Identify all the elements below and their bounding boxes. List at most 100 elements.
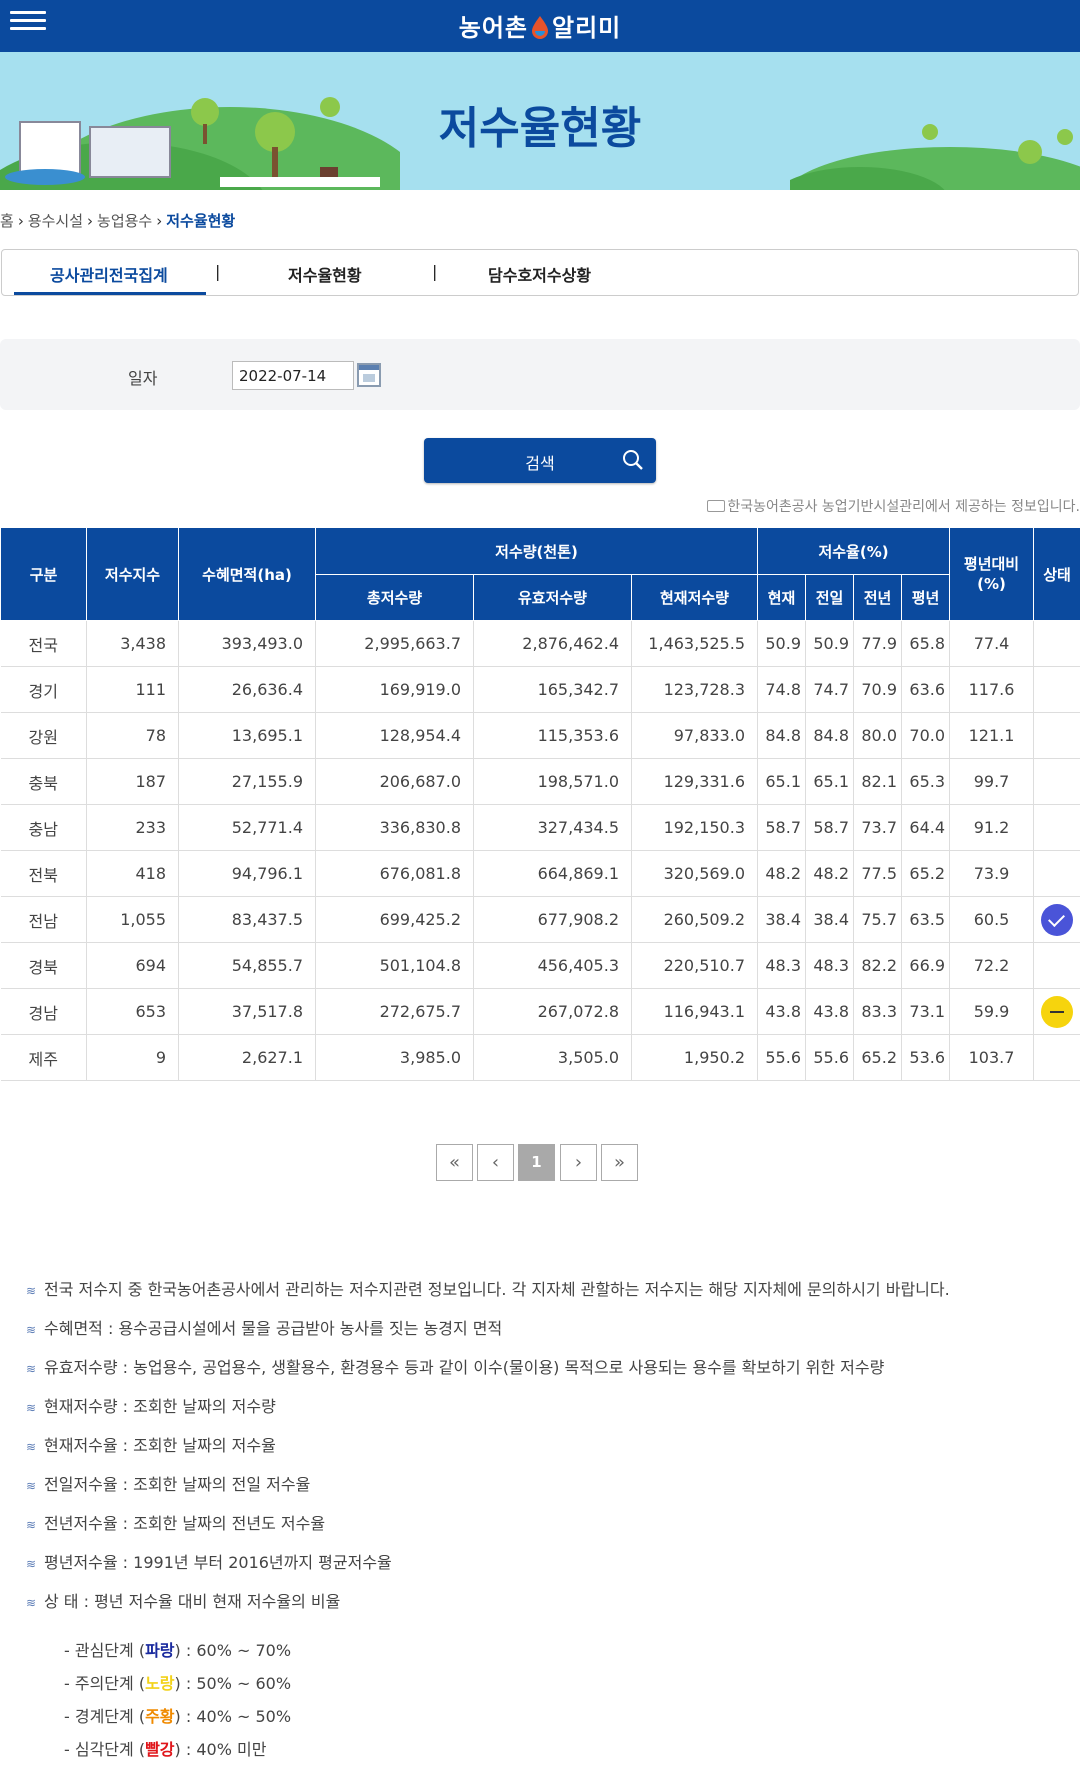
note-text: 현재저수량 : 조회한 날짜의 저수량 [44,1397,276,1416]
cell-vs-avg: 91.2 [949,804,1035,851]
cell-now: 58.7 [757,804,806,851]
date-input[interactable] [232,361,354,390]
cell-prev-year: 80.0 [853,712,902,759]
header-vs-avg: 평년대비(%) [949,527,1035,621]
cell-total: 169,919.0 [315,666,474,713]
cell-area: 26,636.4 [178,666,316,713]
cell-current: 320,569.0 [631,850,758,897]
level-color-word: 노랑 [145,1674,175,1693]
tab-storage-rate[interactable]: 저수율현황 [288,262,362,286]
logo-text-left: 농어촌 [458,14,528,42]
breadcrumb-home[interactable]: 홈 [0,212,14,230]
cell-area: 27,155.9 [178,758,316,805]
header-status: 상태 [1033,527,1080,621]
table-row: 경기 111 26,636.4 169,919.0 165,342.7 123,728.3… [0,666,1080,713]
cell-now: 48.2 [757,850,806,897]
cell-current: 1,463,525.5 [631,620,758,667]
cell-status [1033,942,1080,989]
cell-total: 206,687.0 [315,758,474,805]
calendar-icon[interactable] [357,363,381,387]
cell-total: 2,995,663.7 [315,620,474,667]
cell-prev-year: 75.7 [853,896,902,943]
breadcrumb-agri-water[interactable]: 농업용수 [97,212,152,230]
level-prefix: - 주의단계 ( [64,1674,146,1693]
cell-count: 1,055 [86,896,179,943]
page-1-button[interactable]: 1 [518,1144,555,1181]
note-text: 수혜면적 : 용수공급시설에서 물을 공급받아 농사를 짓는 농경지 면적 [44,1319,503,1338]
breadcrumb: 홈 › 용수시설 › 농업용수 › 저수율현황 [0,210,235,231]
cell-now: 48.3 [757,942,806,989]
cell-region: 충북 [0,758,87,805]
next-page-button[interactable]: › [560,1144,597,1181]
cell-region: 경남 [0,988,87,1035]
first-page-button[interactable]: « [436,1144,473,1181]
cell-prev-day: 58.7 [805,804,854,851]
note-item: ≋ 현재저수량 : 조회한 날짜의 저수량 [26,1393,276,1417]
cell-status [1033,1034,1080,1081]
cell-area: 37,517.8 [178,988,316,1035]
tab-national-summary[interactable]: 공사관리전국집계 [50,262,168,286]
status-caution-icon [1041,995,1074,1028]
header-prev-day: 전일 [805,574,854,621]
wave-bullet-icon: ≋ [26,1401,37,1415]
wave-bullet-icon: ≋ [26,1323,37,1337]
cell-avg: 70.0 [901,712,951,759]
note-text: 현재저수율 : 조회한 날짜의 저수율 [44,1436,276,1455]
header-volume-group: 저수량(천톤) [315,527,758,575]
table-row: 전남 1,055 83,437.5 699,425.2 677,908.2 260,509… [0,896,1080,943]
table-row: 경남 653 37,517.8 272,675.7 267,072.8 116,943.1… [0,988,1080,1035]
cell-count: 111 [86,666,179,713]
cell-effective: 456,405.3 [473,942,632,989]
logo[interactable]: 농어촌 알리미 [0,8,1080,43]
prev-page-button[interactable]: ‹ [477,1144,514,1181]
cell-avg: 64.4 [901,804,951,851]
search-icon [623,450,643,470]
level-prefix: - 관심단계 ( [64,1641,146,1660]
cell-vs-avg: 72.2 [949,942,1035,989]
cell-region: 충남 [0,804,87,851]
cell-vs-avg: 121.1 [949,712,1035,759]
cell-prev-year: 65.2 [853,1034,902,1081]
cell-total: 501,104.8 [315,942,474,989]
cell-vs-avg: 117.6 [949,666,1035,713]
wave-bullet-icon: ≋ [26,1362,37,1376]
cell-now: 74.8 [757,666,806,713]
breadcrumb-water-facility[interactable]: 용수시설 [28,212,83,230]
note-text: 평년저수율 : 1991년 부터 2016년까지 평균저수율 [44,1553,392,1572]
cell-prev-year: 82.2 [853,942,902,989]
search-button[interactable]: 검색 [424,438,656,483]
cell-now: 65.1 [757,758,806,805]
logo-drop-icon [532,16,548,39]
table-row: 강원 78 13,695.1 128,954.4 115,353.6 97,833.0 84… [0,712,1080,759]
tag-icon [707,500,726,512]
cell-prev-day: 55.6 [805,1034,854,1081]
cell-now: 43.8 [757,988,806,1035]
cell-vs-avg: 103.7 [949,1034,1035,1081]
note-text: 전국 저수지 중 한국농어촌공사에서 관리하는 저수지관련 정보입니다. 각 지… [44,1280,950,1299]
cell-effective: 664,869.1 [473,850,632,897]
search-panel: 일자 [0,339,1080,410]
last-page-button[interactable]: » [601,1144,638,1181]
cell-now: 84.8 [757,712,806,759]
note-text: 전년저수율 : 조회한 날짜의 전년도 저수율 [44,1514,326,1533]
cell-total: 128,954.4 [315,712,474,759]
cell-count: 9 [86,1034,179,1081]
cell-effective: 2,876,462.4 [473,620,632,667]
note-item: ≋ 전년저수율 : 조회한 날짜의 전년도 저수율 [26,1510,325,1534]
cell-total: 272,675.7 [315,988,474,1035]
source-note-text: 한국농어촌공사 농업기반시설관리에서 제공하는 정보입니다. [727,499,1080,515]
cell-current: 97,833.0 [631,712,758,759]
cell-current: 123,728.3 [631,666,758,713]
cell-prev-day: 38.4 [805,896,854,943]
cell-avg: 65.8 [901,620,951,667]
page-title: 저수율현황 [438,103,642,154]
cell-current: 220,510.7 [631,942,758,989]
cell-effective: 3,505.0 [473,1034,632,1081]
note-item: ≋ 유효저수량 : 농업용수, 공업용수, 생활용수, 환경용수 등과 같이 이수… [26,1354,884,1378]
wave-bullet-icon: ≋ [26,1440,37,1454]
tab-bar: 공사관리전국집계 | 저수율현황 | 담수호저수상황 [1,249,1079,296]
cell-current: 116,943.1 [631,988,758,1035]
cell-count: 418 [86,850,179,897]
cell-effective: 327,434.5 [473,804,632,851]
tab-freshwater-lake[interactable]: 담수호저수상황 [488,262,591,286]
